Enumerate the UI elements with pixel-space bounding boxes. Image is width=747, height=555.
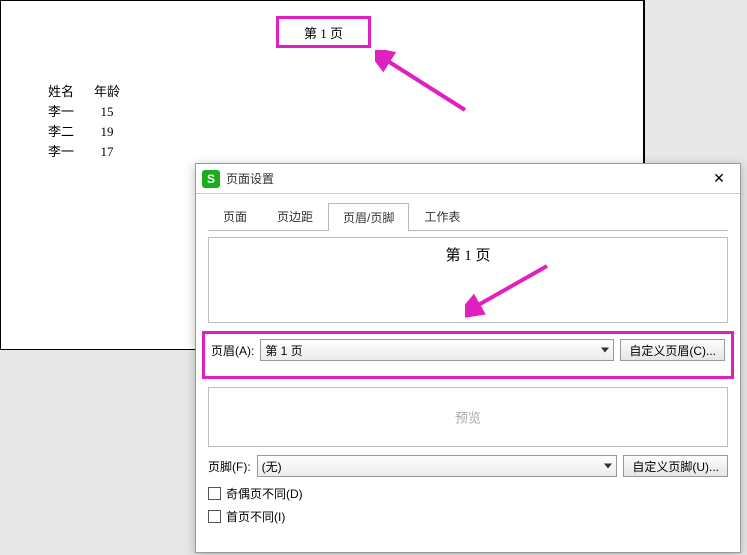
cell-age: 19 bbox=[94, 123, 138, 141]
footer-dropdown-value: (无) bbox=[262, 458, 282, 475]
close-button[interactable]: ✕ bbox=[704, 167, 734, 191]
header-preview-box: 第 1 页 bbox=[208, 237, 728, 323]
tab-sheet[interactable]: 工作表 bbox=[409, 202, 475, 230]
cell-name: 李一 bbox=[48, 143, 92, 161]
table-header-name: 姓名 bbox=[48, 83, 92, 101]
header-controls-highlight: 页眉(A): 第 1 页 自定义页眉(C)... bbox=[202, 331, 734, 379]
dialog-titlebar: S 页面设置 ✕ bbox=[196, 164, 740, 194]
checkbox-icon bbox=[208, 487, 221, 500]
custom-footer-button[interactable]: 自定义页脚(U)... bbox=[623, 455, 728, 477]
tab-header-footer[interactable]: 页眉/页脚 bbox=[328, 203, 409, 231]
chevron-down-icon bbox=[604, 464, 612, 469]
checkbox-icon bbox=[208, 510, 221, 523]
odd-even-label: 奇偶页不同(D) bbox=[226, 485, 303, 502]
footer-label: 页脚(F): bbox=[208, 458, 251, 475]
header-dropdown[interactable]: 第 1 页 bbox=[260, 339, 614, 361]
table-row: 李二 19 bbox=[48, 123, 138, 141]
document-data-table: 姓名 年龄 李一 15 李二 19 李一 17 bbox=[46, 81, 140, 163]
cell-name: 李二 bbox=[48, 123, 92, 141]
odd-even-different-checkbox[interactable]: 奇偶页不同(D) bbox=[208, 485, 728, 502]
first-page-different-checkbox[interactable]: 首页不同(I) bbox=[208, 508, 728, 525]
tabs: 页面 页边距 页眉/页脚 工作表 bbox=[208, 202, 728, 231]
tab-margins[interactable]: 页边距 bbox=[262, 202, 328, 230]
header-preview-text: 第 1 页 bbox=[209, 244, 727, 265]
dialog-title: 页面设置 bbox=[226, 170, 704, 187]
table-row: 李一 15 bbox=[48, 103, 138, 121]
first-page-label: 首页不同(I) bbox=[226, 508, 285, 525]
chevron-down-icon bbox=[601, 348, 609, 353]
tab-page[interactable]: 页面 bbox=[208, 202, 262, 230]
page-setup-dialog: S 页面设置 ✕ 页面 页边距 页眉/页脚 工作表 第 1 页 页眉(A): 第… bbox=[195, 163, 741, 553]
document-header-highlight: 第 1 页 bbox=[276, 16, 371, 48]
app-logo-icon: S bbox=[202, 170, 220, 188]
table-row: 李一 17 bbox=[48, 143, 138, 161]
cell-name: 李一 bbox=[48, 103, 92, 121]
cell-age: 15 bbox=[94, 103, 138, 121]
close-icon: ✕ bbox=[713, 170, 725, 187]
footer-preview-box: 预览 bbox=[208, 387, 728, 447]
table-header-age: 年龄 bbox=[94, 83, 138, 101]
document-header-text: 第 1 页 bbox=[304, 23, 343, 42]
cell-age: 17 bbox=[94, 143, 138, 161]
header-label: 页眉(A): bbox=[211, 342, 254, 359]
header-dropdown-value: 第 1 页 bbox=[265, 342, 302, 359]
footer-preview-placeholder: 预览 bbox=[209, 408, 727, 427]
footer-dropdown[interactable]: (无) bbox=[257, 455, 618, 477]
custom-header-button[interactable]: 自定义页眉(C)... bbox=[620, 339, 725, 361]
